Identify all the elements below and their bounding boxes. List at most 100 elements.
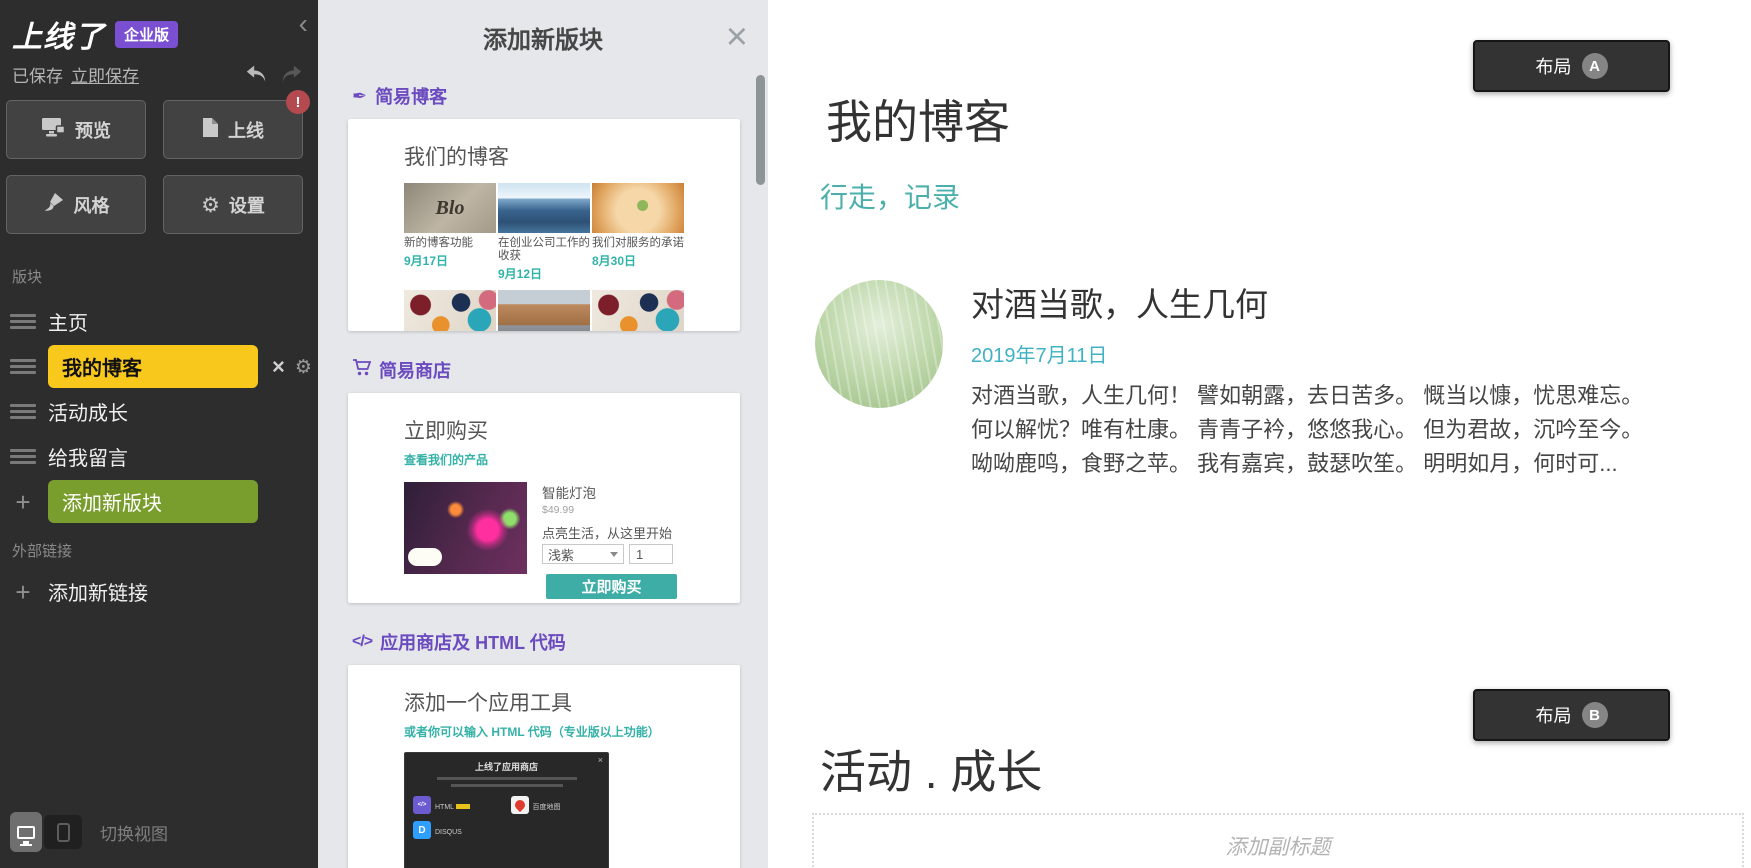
app-name: HTML — [435, 804, 455, 811]
style-button[interactable]: 风格 — [6, 175, 146, 234]
view-products-link: 查看我们的产品 — [404, 453, 489, 467]
plan-badge: 企业版 — [115, 20, 179, 48]
blog-post-date: 9月12日 — [498, 267, 543, 281]
sidebar-item-label-active: 我的博客 — [48, 345, 258, 388]
quantity-input — [629, 544, 673, 564]
undo-icon[interactable] — [244, 62, 268, 89]
preview-button[interactable]: 预览 — [6, 100, 146, 159]
sidebar-item-label: 主页 — [48, 313, 88, 335]
close-panel-icon[interactable]: × — [726, 18, 748, 56]
sidebar-item-home[interactable]: 主页 — [0, 299, 318, 344]
appstore-apps: </> HTML 百度地图 D DISQUS — [413, 796, 600, 839]
blog-post-preview: Blo 新的博客功能 9月17日 — [404, 183, 496, 282]
subtitle-placeholder-box[interactable]: 添加副标题 — [812, 813, 1744, 868]
app-badge — [456, 804, 471, 809]
add-section-label: 添加新版块 — [48, 480, 258, 523]
blog-post-preview: 我们对服务的承诺 — [592, 290, 684, 331]
post-date: 2019年7月11日 — [971, 345, 1108, 367]
drag-handle-icon[interactable] — [10, 314, 36, 329]
html-code-icon: </> — [413, 796, 431, 814]
sidebar-item-my-blog[interactable]: 我的博客 × ⚙ — [0, 344, 318, 389]
blog-section-heading[interactable]: 我的博客 — [826, 86, 1010, 152]
layout-button-label: 布局 — [1535, 57, 1572, 77]
plus-icon: + — [15, 576, 31, 607]
settings-button-label: 设置 — [228, 195, 265, 216]
product-name: 智能灯泡 — [542, 486, 596, 501]
layout-a-button[interactable]: 布局 A — [1473, 40, 1670, 92]
disqus-icon: D — [413, 821, 431, 839]
desktop-icon — [17, 825, 35, 846]
product-description: 点亮生活，从这里开始 — [542, 526, 673, 541]
document-icon — [202, 117, 219, 143]
blog-thumbnail-image — [498, 183, 590, 233]
save-row: 已保存 立即保存 — [0, 62, 318, 86]
blog-posts-row-2: 新的博客功能 在创业公司工作的收获 我们对服务的承诺 — [404, 290, 684, 331]
shop-section-header: 简易商店 — [352, 357, 768, 383]
gear-icon: ⚙ — [201, 192, 220, 217]
cart-icon — [352, 359, 372, 381]
publish-alert-badge: ! — [286, 90, 310, 114]
blog-thumbnail-image: Blo — [404, 183, 496, 233]
blog-template-card[interactable]: 我们的博客 Blo 新的博客功能 9月17日 在创业公司工作的收获 9月12日 … — [348, 119, 740, 331]
add-section-panel: 添加新版块 × ✒ 简易博客 我们的博客 Blo 新的博客功能 9月17日 在创… — [318, 0, 768, 868]
sidebar-item-growth[interactable]: 活动成长 — [0, 389, 318, 434]
settings-button[interactable]: ⚙ 设置 — [163, 175, 303, 234]
add-link-label: 添加新链接 — [48, 583, 148, 605]
sidebar-item-message[interactable]: 给我留言 — [0, 434, 318, 479]
blog-section-subtitle[interactable]: 行走，记录 — [820, 176, 960, 216]
panel-scrollbar-thumb[interactable] — [756, 75, 765, 185]
post-title[interactable]: 对酒当歌，人生几何 — [971, 278, 1665, 326]
app-name: DISQUS — [435, 829, 462, 836]
drag-handle-icon[interactable] — [10, 359, 36, 374]
html-section-title: 应用商店及 HTML 代码 — [380, 633, 566, 653]
redo-icon[interactable] — [280, 62, 304, 89]
blog-post-date: 9月17日 — [404, 254, 449, 268]
blog-section-header: ✒ 简易博客 — [352, 83, 768, 109]
layout-b-button[interactable]: 布局 B — [1473, 689, 1670, 741]
save-now-link[interactable]: 立即保存 — [71, 67, 139, 86]
growth-section-heading[interactable]: 活动 . 成长 — [820, 736, 1042, 802]
appstore-desc-bar — [436, 777, 577, 780]
sidebar-item-add-link[interactable]: + 添加新链接 — [0, 569, 318, 614]
section-settings-icon[interactable]: ⚙ — [295, 356, 312, 378]
html-section-header: </> 应用商店及 HTML 代码 — [352, 629, 768, 655]
delete-section-icon[interactable]: × — [272, 355, 285, 378]
plus-icon: + — [15, 486, 31, 517]
blog-thumbnail-image — [592, 290, 684, 331]
view-toggle-label: 切换视图 — [100, 824, 168, 844]
app-logo: 上线了 — [12, 21, 105, 54]
sidebar-item-add-section[interactable]: + 添加新版块 — [0, 479, 318, 524]
blog-post-preview: 在创业公司工作的收获 9月12日 — [498, 183, 590, 282]
app-name: 百度地图 — [532, 804, 561, 811]
toolbar-buttons: 预览 上线 ! 风格 ⚙ 设置 — [0, 86, 318, 234]
shop-product-row: 智能灯泡 $49.99 点亮生活，从这里开始 浅紫 立即购买 — [404, 482, 684, 599]
option-select: 浅紫 — [542, 544, 624, 564]
html-card-title: 添加一个应用工具 — [404, 692, 572, 715]
shop-template-card[interactable]: 立即购买 查看我们的产品 智能灯泡 $49.99 点亮生活，从这里开始 浅紫 立… — [348, 393, 740, 603]
panel-title: 添加新版块 — [483, 27, 603, 54]
blog-post[interactable]: 对酒当歌，人生几何 2019年7月11日 对酒当歌，人生几何！ 譬如朝露，去日苦… — [815, 278, 1695, 481]
sections-list: 主页 我的博客 × ⚙ 活动成长 给我留言 + 添加新版块 — [0, 299, 318, 524]
appstore-desc-bar — [450, 784, 563, 787]
blog-post-title: 新的博客功能 — [404, 237, 473, 249]
collapse-sidebar-icon[interactable]: ‹ — [299, 10, 308, 38]
post-excerpt: 对酒当歌，人生几何！ 譬如朝露，去日苦多。 慨当以慷，忧思难忘。 何以解忧？唯有… — [971, 383, 1644, 476]
site-canvas: 布局 A 我的博客 行走，记录 对酒当歌，人生几何 2019年7月11日 对酒当… — [768, 0, 1751, 868]
desktop-view-button[interactable] — [10, 812, 42, 852]
drag-handle-icon[interactable] — [10, 449, 36, 464]
publish-button[interactable]: 上线 ! — [163, 90, 310, 159]
blog-post-date: 8月30日 — [592, 254, 637, 268]
mobile-view-button[interactable] — [44, 815, 82, 849]
blog-post-title: 我们对服务的承诺 — [592, 237, 684, 249]
code-icon: </> — [352, 633, 373, 650]
drag-handle-icon[interactable] — [10, 404, 36, 419]
map-pin-icon — [510, 796, 529, 814]
blog-posts-row-1: Blo 新的博客功能 9月17日 在创业公司工作的收获 9月12日 我们对服务的… — [404, 183, 684, 282]
html-template-card[interactable]: 添加一个应用工具 或者你可以输入 HTML 代码（专业版以上功能） × 上线了应… — [348, 665, 740, 868]
appstore-app-baidu-map: 百度地图 — [510, 796, 601, 814]
shop-section-title: 简易商店 — [379, 361, 451, 381]
layout-variant-badge: B — [1581, 702, 1608, 728]
blog-post-preview: 新的博客功能 — [404, 290, 496, 331]
layout-variant-badge: A — [1581, 53, 1608, 79]
brush-icon — [43, 191, 65, 218]
